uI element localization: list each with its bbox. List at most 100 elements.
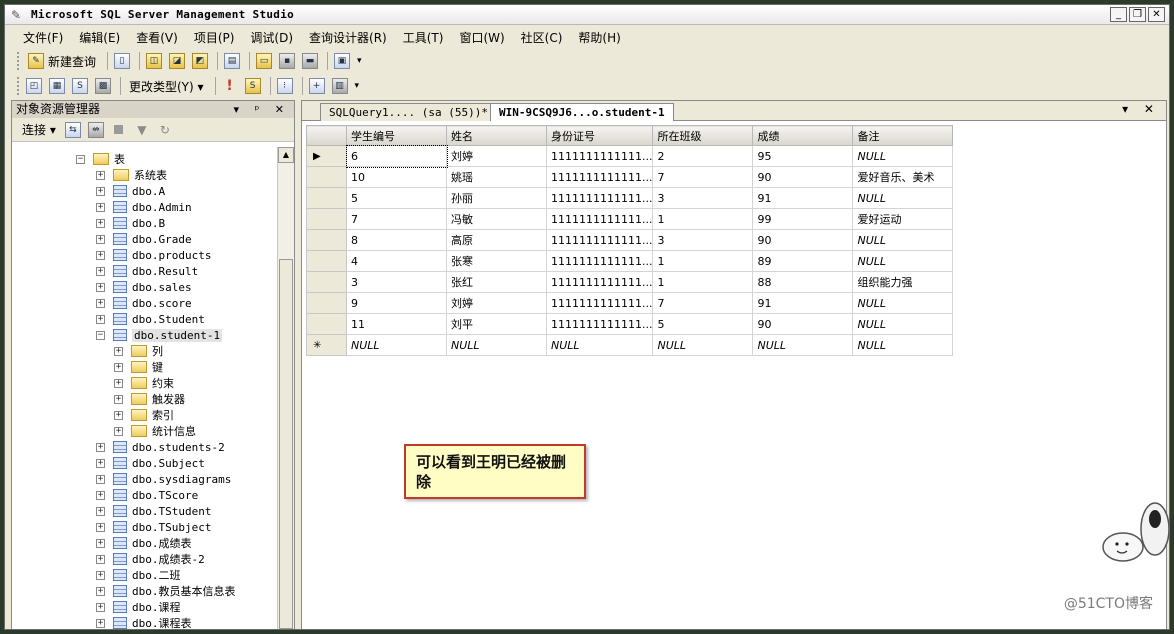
menu-query-designer[interactable]: 查询设计器(R) [309,29,387,46]
tree-node[interactable]: + dbo.score [96,295,192,311]
grid-cell[interactable]: 组织能力强 [852,271,954,293]
grid-cell[interactable]: 6 [345,144,448,168]
tree-node[interactable]: + 键 [114,359,163,375]
grid-row[interactable]: ✳ NULL NULL NULL NULL NULL NULL [306,334,954,356]
print-button[interactable]: ▬ [300,51,320,71]
menu-community[interactable]: 社区(C) [521,29,563,46]
grid-cell[interactable]: 11 [346,313,447,335]
grid-cell[interactable]: 2 [652,145,754,167]
expand-icon[interactable]: + [96,538,105,548]
grid-cell[interactable]: 3 [652,187,754,209]
grid-cell[interactable]: 1111111111111... [545,250,654,272]
grid-cell[interactable]: NULL [852,334,954,356]
row-header[interactable]: ▶ [306,145,347,167]
grid-cell[interactable]: 张寒 [446,250,547,272]
row-header[interactable] [306,166,347,188]
tree-node[interactable]: + 索引 [114,407,174,423]
row-header[interactable] [306,292,347,314]
column-header[interactable]: 所在班级 [652,125,754,146]
tree-node[interactable]: + dbo.B [96,215,165,231]
tree-node[interactable]: + 系统表 [96,167,167,183]
show-diagram-button[interactable]: ◰ [24,76,44,96]
expand-icon[interactable]: + [114,346,123,356]
grid-cell[interactable]: 4 [346,250,447,272]
expand-icon[interactable]: + [114,410,123,420]
menu-tools[interactable]: 工具(T) [403,29,444,46]
row-header[interactable] [306,187,347,209]
grid-cell[interactable]: 1111111111111... [545,187,654,209]
expand-icon[interactable]: + [96,218,105,228]
grid-cell[interactable]: 7 [652,292,754,314]
scroll-up-icon[interactable]: ▲ [278,147,294,163]
grid-cell[interactable]: 91 [752,187,854,209]
grid-cell[interactable]: 10 [346,166,447,188]
expand-icon[interactable]: + [96,522,105,532]
grid-cell[interactable]: NULL [852,313,954,335]
open-file-button[interactable]: ▤ [222,51,242,71]
tree-node[interactable]: + dbo.Subject [96,455,205,471]
grid-cell[interactable]: 姚瑶 [446,166,547,188]
tree-node[interactable]: + dbo.Grade [96,231,192,247]
menu-debug[interactable]: 调试(D) [250,29,293,46]
grid-cell[interactable]: 刘平 [446,313,547,335]
grid-cell[interactable]: 1 [652,271,754,293]
grid-row[interactable]: 3 张红 1111111111111... 1 88 组织能力强 [306,271,954,293]
grid-cell[interactable]: 1111111111111... [545,271,654,293]
tree-node[interactable]: + 触发器 [114,391,185,407]
tree-node[interactable]: + dbo.成绩表 [96,535,192,551]
save-button[interactable]: ▪ [277,51,297,71]
tree-node[interactable]: + dbo.sysdiagrams [96,471,231,487]
grid-cell[interactable]: NULL [346,334,447,356]
open-folder-button[interactable]: ▭ [254,51,274,71]
grid-cell[interactable]: NULL [652,334,754,356]
grid-cell[interactable]: 5 [652,313,754,335]
grid-cell[interactable]: 3 [652,229,754,251]
expand-icon[interactable]: + [96,282,105,292]
grid-cell[interactable]: NULL [852,292,954,314]
grid-cell[interactable]: 3 [346,271,447,293]
grid-cell[interactable]: 高原 [446,229,547,251]
grid-cell[interactable]: NULL [852,250,954,272]
connect-object-button[interactable]: ⇆ [63,120,83,140]
expand-icon[interactable]: + [96,186,105,196]
grid-cell[interactable]: 刘婷 [446,145,547,167]
grid-cell[interactable]: 9 [346,292,447,314]
grid-cell[interactable]: NULL [852,187,954,209]
tree-node[interactable]: − 表 [76,151,125,167]
menu-view[interactable]: 查看(V) [136,29,178,46]
analysis-query-button[interactable]: ◪ [167,51,187,71]
tree-node[interactable]: + 统计信息 [114,423,196,439]
expand-icon[interactable]: + [96,170,105,180]
expand-icon[interactable]: + [96,298,105,308]
db-engine-query-button[interactable]: ◫ [144,51,164,71]
tab-sqlquery1[interactable]: SQLQuery1.... (sa (55))* [320,103,497,121]
expand-icon[interactable]: + [96,314,105,324]
grid-cell[interactable]: NULL [446,334,547,356]
expand-icon[interactable]: + [114,394,123,404]
show-sql-button[interactable]: S [70,76,90,96]
stop-button[interactable] [109,120,129,140]
tree-node[interactable]: + 列 [114,343,163,359]
tree-node[interactable]: + dbo.sales [96,279,192,295]
grid-cell[interactable]: NULL [852,145,954,167]
tree-node[interactable]: + dbo.教员基本信息表 [96,583,236,599]
grid-cell[interactable]: 爱好音乐、美术 [852,166,954,188]
grid-cell[interactable]: 冯敏 [446,208,547,230]
grid-cell[interactable]: 爱好运动 [852,208,954,230]
grid-cell[interactable]: 95 [752,145,854,167]
grid-cell[interactable]: 1111111111111... [545,166,654,188]
expand-icon[interactable]: + [96,602,105,612]
grid-row[interactable]: 8 高原 1111111111111... 3 90 NULL [306,229,954,251]
collapse-icon[interactable]: − [76,154,85,164]
column-header[interactable]: 姓名 [446,125,547,146]
expand-icon[interactable]: + [96,266,105,276]
grid-row[interactable]: 4 张寒 1111111111111... 1 89 NULL [306,250,954,272]
connect-dropdown[interactable]: 连接 ▾ [18,120,60,140]
add-table-button[interactable]: + [307,76,327,96]
grid-row[interactable]: 5 孙丽 1111111111111... 3 91 NULL [306,187,954,209]
tree-node[interactable]: + dbo.TStudent [96,503,211,519]
grid-cell[interactable]: 1111111111111... [545,292,654,314]
verify-sql-button[interactable]: S [243,76,263,96]
grid-cell[interactable]: NULL [752,334,854,356]
grid-cell[interactable]: 99 [752,208,854,230]
